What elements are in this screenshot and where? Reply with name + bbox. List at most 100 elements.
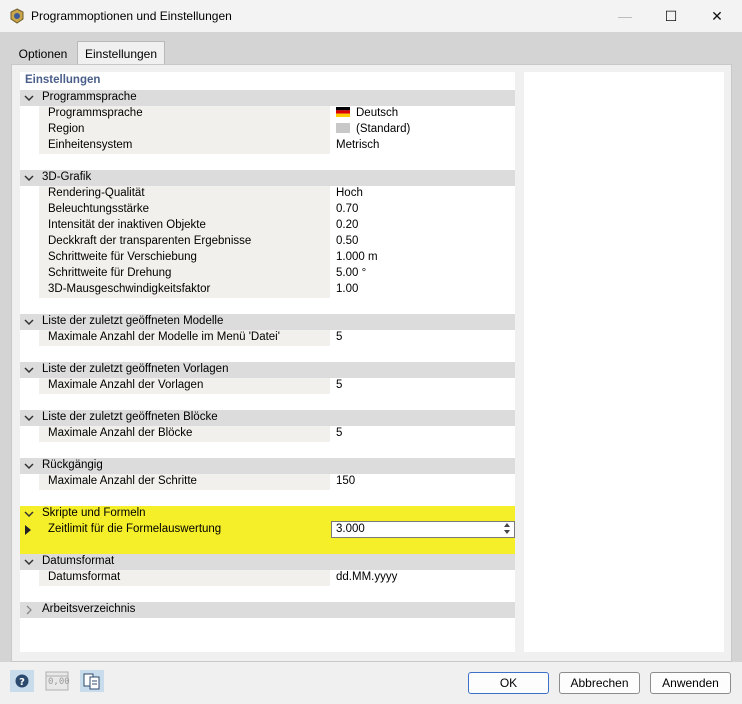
property-label: Schrittweite für Verschiebung — [48, 251, 197, 263]
category-scripts-formulas[interactable]: Skripte und Formeln — [20, 506, 515, 522]
property-row[interactable]: Deckkraft der transparenten Ergebnisse 0.… — [20, 234, 515, 250]
property-value[interactable]: 5 — [336, 379, 342, 391]
chevron-down-icon[interactable] — [23, 92, 35, 104]
property-label: Beleuchtungsstärke — [48, 203, 150, 215]
category-label: Rückgängig — [42, 459, 103, 471]
chevron-down-icon[interactable] — [23, 412, 35, 424]
row-selector-arrow-icon — [25, 525, 31, 535]
property-row[interactable]: Maximale Anzahl der Modelle im Menü 'Dat… — [20, 330, 515, 346]
property-label: Einheitensystem — [48, 139, 133, 151]
apply-button[interactable]: Anwenden — [650, 672, 731, 694]
dialog-footer: ? 0,00 OK Abbrechen Anwenden — [0, 662, 742, 704]
category-label: 3D-Grafik — [42, 171, 92, 183]
property-value[interactable]: 0.50 — [336, 235, 358, 247]
property-value[interactable]: 5.00 ° — [336, 267, 366, 279]
cancel-button[interactable]: Abbrechen — [559, 672, 640, 694]
property-value[interactable]: 1.000 m — [336, 251, 378, 263]
property-row[interactable]: Region (Standard) — [20, 122, 515, 138]
category-undo[interactable]: Rückgängig — [20, 458, 515, 474]
chevron-right-icon[interactable] — [23, 604, 35, 616]
property-value[interactable]: 1.00 — [336, 283, 358, 295]
category-label: Liste der zuletzt geöffneten Blöcke — [42, 411, 218, 423]
app-icon — [10, 8, 24, 24]
category-recent-blocks[interactable]: Liste der zuletzt geöffneten Blöcke — [20, 410, 515, 426]
property-label: Maximale Anzahl der Modelle im Menü 'Dat… — [48, 331, 280, 343]
property-label: Deckkraft der transparenten Ergebnisse — [48, 235, 252, 247]
category-recent-models[interactable]: Liste der zuletzt geöffneten Modelle — [20, 314, 515, 330]
property-label: Rendering-Qualität — [48, 187, 145, 199]
property-value[interactable]: 5 — [336, 331, 342, 343]
settings-panel: Einstellungen Programmsprache Programmsp… — [11, 64, 732, 662]
maximize-button[interactable]: ☐ — [648, 4, 694, 28]
window-title: Programmoptionen und Einstellungen — [31, 9, 232, 23]
property-row[interactable]: 3D-Mausgeschwindigkeitsfaktor 1.00 — [20, 282, 515, 298]
copy-settings-button[interactable] — [80, 670, 104, 692]
category-3d-grafik[interactable]: 3D-Grafik — [20, 170, 515, 186]
property-value[interactable]: 150 — [336, 475, 355, 487]
chevron-down-icon[interactable] — [23, 364, 35, 376]
property-label: 3D-Mausgeschwindigkeitsfaktor — [48, 283, 211, 295]
chevron-down-icon[interactable] — [23, 556, 35, 568]
property-label: Maximale Anzahl der Schritte — [48, 475, 197, 487]
category-label: Programmsprache — [42, 91, 137, 103]
property-row[interactable]: Einheitensystem Metrisch — [20, 138, 515, 154]
chevron-down-icon[interactable] — [23, 316, 35, 328]
property-row[interactable]: Maximale Anzahl der Vorlagen 5 — [20, 378, 515, 394]
category-date-format[interactable]: Datumsformat — [20, 554, 515, 570]
category-recent-templates[interactable]: Liste der zuletzt geöffneten Vorlagen — [20, 362, 515, 378]
property-row[interactable]: Beleuchtungsstärke 0.70 — [20, 202, 515, 218]
property-label: Datumsformat — [48, 571, 121, 583]
chevron-down-icon[interactable] — [23, 460, 35, 472]
category-label: Skripte und Formeln — [42, 507, 146, 519]
grid-header: Einstellungen — [20, 72, 515, 88]
property-row[interactable]: Schrittweite für Drehung 5.00 ° — [20, 266, 515, 282]
chevron-down-icon[interactable] — [23, 508, 35, 520]
property-value[interactable]: 0.70 — [336, 203, 358, 215]
property-label: Intensität der inaktiven Objekte — [48, 219, 206, 231]
spinbox-value[interactable]: 3.000 — [336, 523, 365, 535]
minimize-button[interactable]: — — [602, 4, 648, 28]
property-row[interactable]: Programmsprache Deutsch — [20, 106, 515, 122]
category-label: Liste der zuletzt geöffneten Vorlagen — [42, 363, 229, 375]
spin-up-icon[interactable] — [504, 523, 510, 527]
property-row[interactable]: Maximale Anzahl der Blöcke 5 — [20, 426, 515, 442]
spin-down-icon[interactable] — [504, 530, 510, 534]
grid-header-label: Einstellungen — [25, 74, 101, 86]
property-grid: Einstellungen Programmsprache Programmsp… — [20, 72, 515, 652]
property-value-region[interactable]: (Standard) — [336, 123, 410, 135]
description-pane — [524, 72, 724, 652]
property-value[interactable]: 0.20 — [336, 219, 358, 231]
property-value[interactable]: 5 — [336, 427, 342, 439]
property-label: Programmsprache — [48, 107, 143, 119]
property-label: Maximale Anzahl der Blöcke — [48, 427, 193, 439]
ok-button[interactable]: OK — [468, 672, 549, 694]
property-label: Maximale Anzahl der Vorlagen — [48, 379, 204, 391]
property-value[interactable]: Hoch — [336, 187, 363, 199]
number-format-label: 0,00 — [48, 677, 70, 687]
category-label: Arbeitsverzeichnis — [42, 603, 136, 615]
number-format-button[interactable]: 0,00 — [45, 670, 70, 692]
property-row[interactable]: Schrittweite für Verschiebung 1.000 m — [20, 250, 515, 266]
close-button[interactable]: ✕ — [694, 4, 740, 28]
tab-einstellungen[interactable]: Einstellungen — [77, 41, 165, 65]
category-programmsprache[interactable]: Programmsprache — [20, 90, 515, 106]
property-value-language[interactable]: Deutsch — [336, 107, 398, 119]
help-button[interactable]: ? — [10, 670, 34, 692]
property-row[interactable]: Datumsformat dd.MM.yyyy — [20, 570, 515, 586]
tab-optionen[interactable]: Optionen — [11, 44, 75, 65]
category-label: Datumsformat — [42, 555, 115, 567]
spin-buttons[interactable] — [503, 523, 512, 536]
property-value[interactable]: Metrisch — [336, 139, 379, 151]
category-working-directory[interactable]: Arbeitsverzeichnis — [20, 602, 515, 618]
property-row-selected[interactable]: Zeitlimit für die Formelauswertung 3.000 — [20, 521, 515, 538]
property-label: Schrittweite für Drehung — [48, 267, 172, 279]
german-flag-icon — [336, 107, 350, 117]
chevron-down-icon[interactable] — [23, 172, 35, 184]
property-value[interactable]: dd.MM.yyyy — [336, 571, 397, 583]
property-value: (Standard) — [356, 123, 411, 135]
property-row[interactable]: Rendering-Qualität Hoch — [20, 186, 515, 202]
copy-settings-icon — [80, 670, 104, 692]
property-row[interactable]: Intensität der inaktiven Objekte 0.20 — [20, 218, 515, 234]
formula-timeout-spinbox[interactable]: 3.000 — [331, 521, 515, 538]
property-row[interactable]: Maximale Anzahl der Schritte 150 — [20, 474, 515, 490]
